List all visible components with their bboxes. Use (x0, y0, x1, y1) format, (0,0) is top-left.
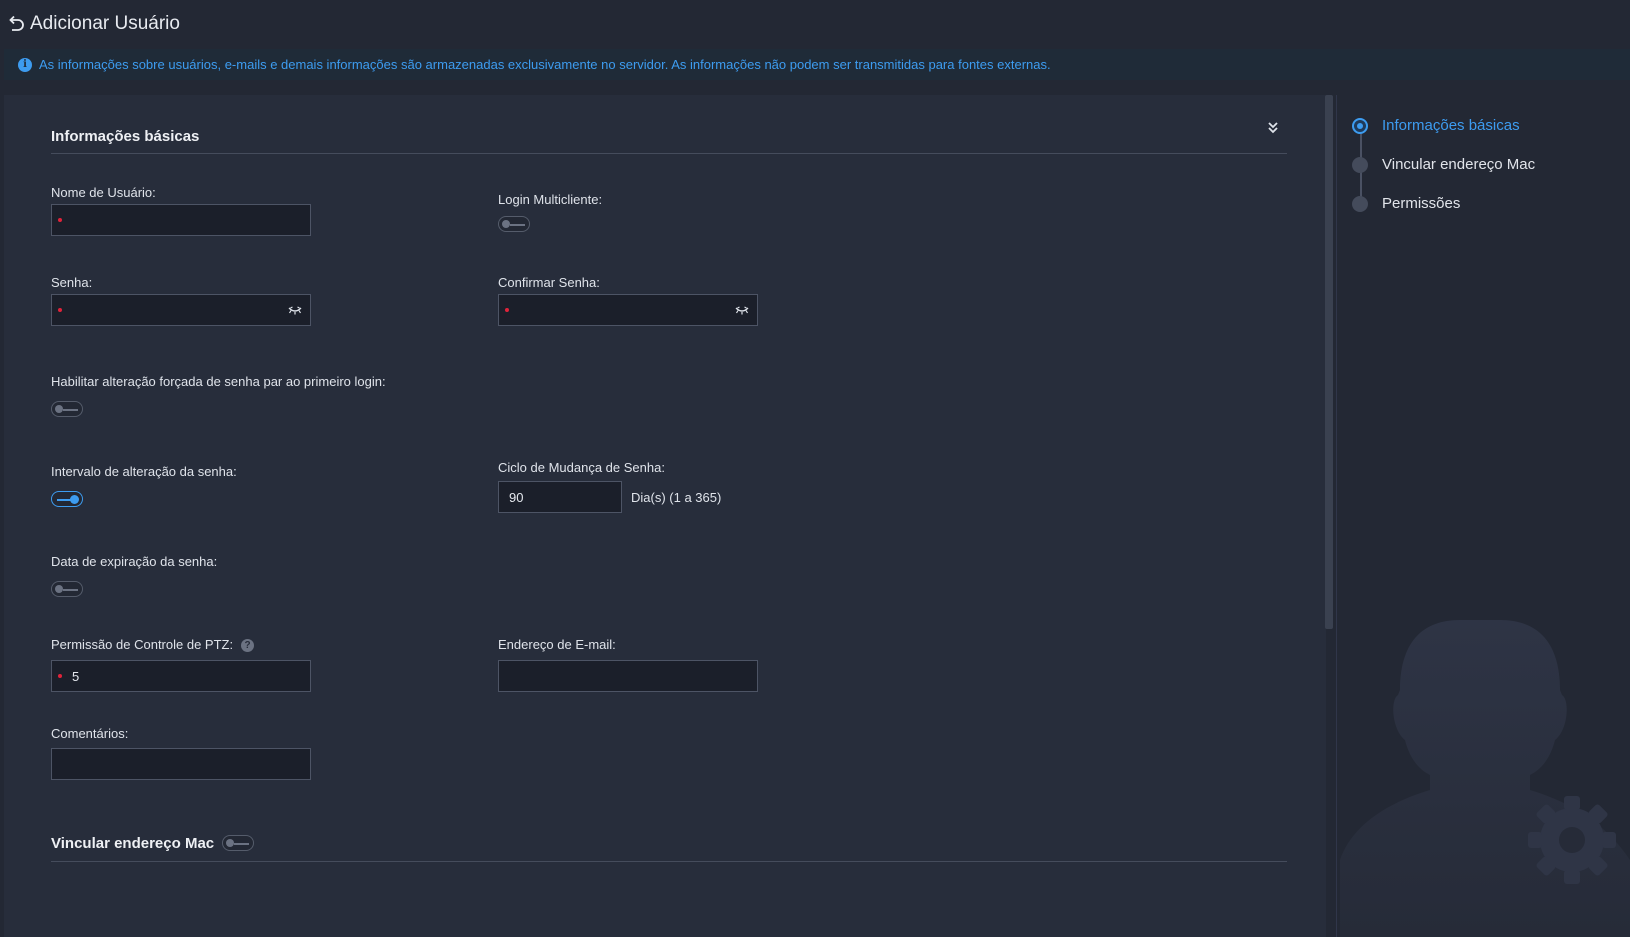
nav-dot (1352, 117, 1368, 134)
ptz-input[interactable]: 5 (51, 660, 311, 692)
info-banner: i As informações sobre usuários, e-mails… (4, 49, 1630, 80)
scrollbar[interactable] (1325, 95, 1333, 629)
password-label: Senha: (51, 275, 93, 290)
username-label: Nome de Usuário: (51, 185, 156, 200)
required-marker (58, 308, 62, 312)
username-input[interactable] (51, 204, 311, 236)
nav-label: Permissões (1382, 195, 1461, 212)
nav-item-mac[interactable]: Vincular endereço Mac (1352, 156, 1535, 173)
help-icon[interactable]: ? (241, 639, 255, 653)
back-arrow-icon[interactable] (6, 14, 26, 34)
basic-info-section-header: Informações básicas (51, 120, 1287, 154)
nav-label: Informações básicas (1382, 117, 1520, 134)
interval-label: Intervalo de alteração da senha: (51, 464, 237, 479)
ptz-label-text: Permissão de Controle de PTZ: (51, 637, 234, 652)
multiclient-toggle[interactable] (498, 216, 530, 232)
page-title: Adicionar Usuário (30, 13, 180, 34)
password-input[interactable] (51, 294, 311, 326)
required-marker (58, 218, 62, 222)
nav-item-permissions[interactable]: Permissões (1352, 195, 1460, 212)
expiry-label: Data de expiração da senha: (51, 554, 218, 569)
force-change-toggle[interactable] (51, 401, 83, 417)
multiclient-label: Login Multicliente: (498, 192, 603, 207)
cycle-unit: Dia(s) (1 a 365) (631, 490, 722, 505)
mac-section-title: Vincular endereço Mac (51, 835, 215, 852)
nav-item-basic-info[interactable]: Informações básicas (1352, 117, 1520, 134)
header: Adicionar Usuário (0, 0, 1630, 48)
comments-label: Comentários: (51, 726, 129, 741)
required-marker (58, 674, 62, 678)
force-change-label: Habilitar alteração forçada de senha par… (51, 374, 386, 389)
basic-info-title: Informações básicas (51, 128, 200, 145)
user-settings-illustration-icon (1340, 620, 1630, 937)
cycle-value: 90 (509, 489, 524, 505)
email-label: Endereço de E-mail: (498, 637, 616, 652)
cycle-label: Ciclo de Mudança de Senha: (498, 460, 665, 475)
mac-bind-toggle[interactable] (222, 835, 254, 851)
interval-toggle[interactable] (51, 491, 83, 507)
panel-divider (1336, 95, 1337, 937)
info-banner-text: As informações sobre usuários, e-mails e… (39, 57, 1051, 72)
info-icon: i (18, 57, 32, 72)
cycle-input[interactable]: 90 (498, 481, 622, 513)
required-marker (505, 308, 509, 312)
nav-dot (1352, 156, 1368, 173)
comments-input[interactable] (51, 748, 311, 780)
confirm-password-label: Confirmar Senha: (498, 275, 600, 290)
email-input[interactable] (498, 660, 758, 692)
nav-label: Vincular endereço Mac (1382, 156, 1536, 173)
eye-closed-icon[interactable] (288, 306, 302, 315)
collapse-icon[interactable] (1267, 120, 1279, 134)
eye-closed-icon[interactable] (735, 306, 749, 315)
nav-dot (1352, 195, 1368, 212)
expiry-toggle[interactable] (51, 581, 83, 597)
confirm-password-input[interactable] (498, 294, 758, 326)
ptz-label: Permissão de Controle de PTZ:? (51, 637, 255, 653)
ptz-value: 5 (72, 668, 80, 684)
